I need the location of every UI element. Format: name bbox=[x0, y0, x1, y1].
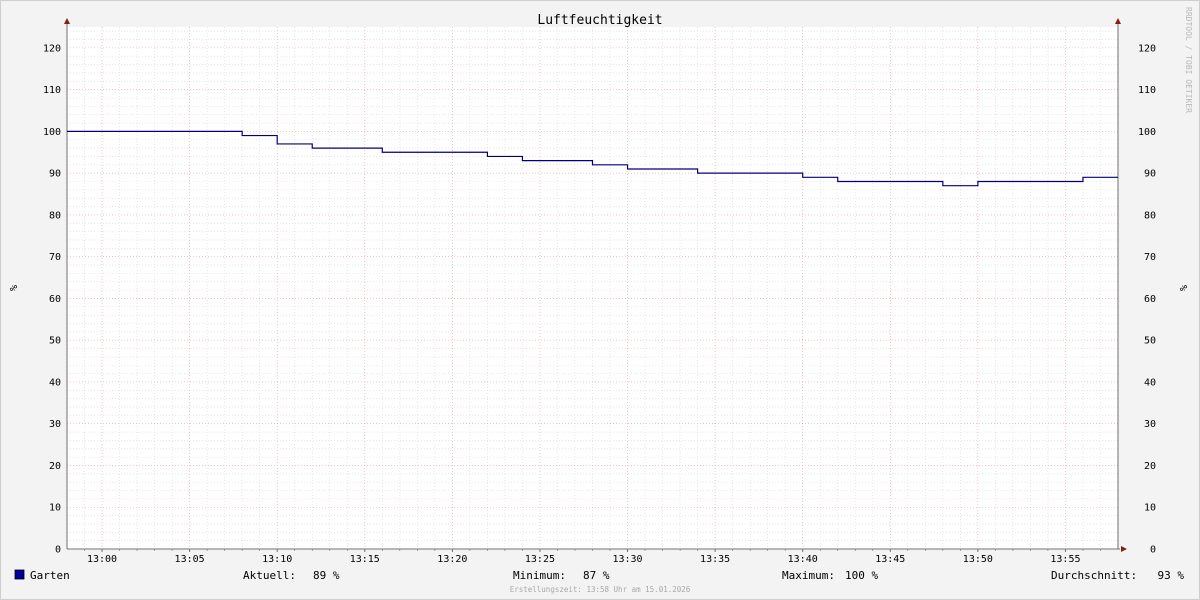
x-tick-label: 13:40 bbox=[788, 554, 818, 565]
y-tick-label-right: 10 bbox=[1144, 503, 1156, 514]
y-tick-label-right: 110 bbox=[1138, 85, 1156, 96]
y-tick-label-right: 120 bbox=[1138, 43, 1156, 54]
y-tick-label-left: 40 bbox=[49, 377, 61, 388]
stat-current-value: 89 % bbox=[313, 569, 340, 582]
creation-time: Erstellungszeit: 13:58 Uhr am 15.01.2026 bbox=[510, 585, 691, 594]
x-tick-label: 13:05 bbox=[175, 554, 205, 565]
x-tick-label: 13:35 bbox=[700, 554, 730, 565]
y-tick-label-right: 70 bbox=[1144, 252, 1156, 263]
y-tick-label-right: 30 bbox=[1144, 419, 1156, 430]
humidity-chart: 0 10 20 30 40 50 60 70 80 90 100 110 120 0 10 20 30 40 50… bbox=[0, 0, 1200, 600]
stat-minimum-label: Minimum: bbox=[513, 569, 566, 582]
stat-minimum-value: 87 % bbox=[583, 569, 610, 582]
y-tick-label-left: 90 bbox=[49, 169, 61, 180]
stat-maximum-label: Maximum: bbox=[782, 569, 835, 582]
x-tick-label: 13:00 bbox=[87, 554, 117, 565]
x-tick-label: 13:15 bbox=[350, 554, 380, 565]
y-tick-label-right: 60 bbox=[1144, 294, 1156, 305]
x-tick-label: 13:50 bbox=[963, 554, 993, 565]
y-tick-label-right: 40 bbox=[1144, 377, 1156, 388]
x-tick-label: 13:55 bbox=[1050, 554, 1080, 565]
x-tick-label: 13:10 bbox=[262, 554, 292, 565]
y-tick-label-left: 20 bbox=[49, 461, 61, 472]
stat-average-label: Durchschnitt: bbox=[1051, 569, 1137, 582]
y-tick-label-left: 120 bbox=[43, 43, 61, 54]
y-tick-label-left: 100 bbox=[43, 127, 61, 138]
y-tick-label-left: 70 bbox=[49, 252, 61, 263]
y-tick-label-right: 100 bbox=[1138, 127, 1156, 138]
x-tick-label: 13:45 bbox=[875, 554, 905, 565]
y-tick-label-right: 50 bbox=[1144, 336, 1156, 347]
legend-swatch bbox=[14, 569, 25, 580]
y-tick-label-left: 0 bbox=[55, 545, 61, 556]
legend-label: Garten bbox=[30, 569, 70, 582]
y-tick-label-right: 90 bbox=[1144, 169, 1156, 180]
y-tick-label-left: 10 bbox=[49, 503, 61, 514]
y-tick-label-left: 80 bbox=[49, 210, 61, 221]
y-tick-label-right: 80 bbox=[1144, 210, 1156, 221]
y-tick-label-right: 20 bbox=[1144, 461, 1156, 472]
y-tick-label-left: 110 bbox=[43, 85, 61, 96]
rrdtool-watermark: RRDTOOL / TOBI OETIKER bbox=[1184, 7, 1193, 113]
y-axis-label-right: % bbox=[1177, 285, 1188, 291]
y-tick-label-left: 50 bbox=[49, 336, 61, 347]
chart-title: Luftfeuchtigkeit bbox=[537, 13, 662, 28]
x-tick-label: 13:30 bbox=[612, 554, 642, 565]
x-tick-label: 13:20 bbox=[437, 554, 467, 565]
y-tick-label-left: 30 bbox=[49, 419, 61, 430]
y-axis-label-left: % bbox=[7, 285, 18, 291]
stat-maximum-value: 100 % bbox=[845, 569, 878, 582]
stat-average-value: 93 % bbox=[1158, 569, 1185, 582]
y-tick-label-left: 60 bbox=[49, 294, 61, 305]
x-tick-label: 13:25 bbox=[525, 554, 555, 565]
y-tick-label-right: 0 bbox=[1150, 545, 1156, 556]
stat-current-label: Aktuell: bbox=[243, 569, 296, 582]
